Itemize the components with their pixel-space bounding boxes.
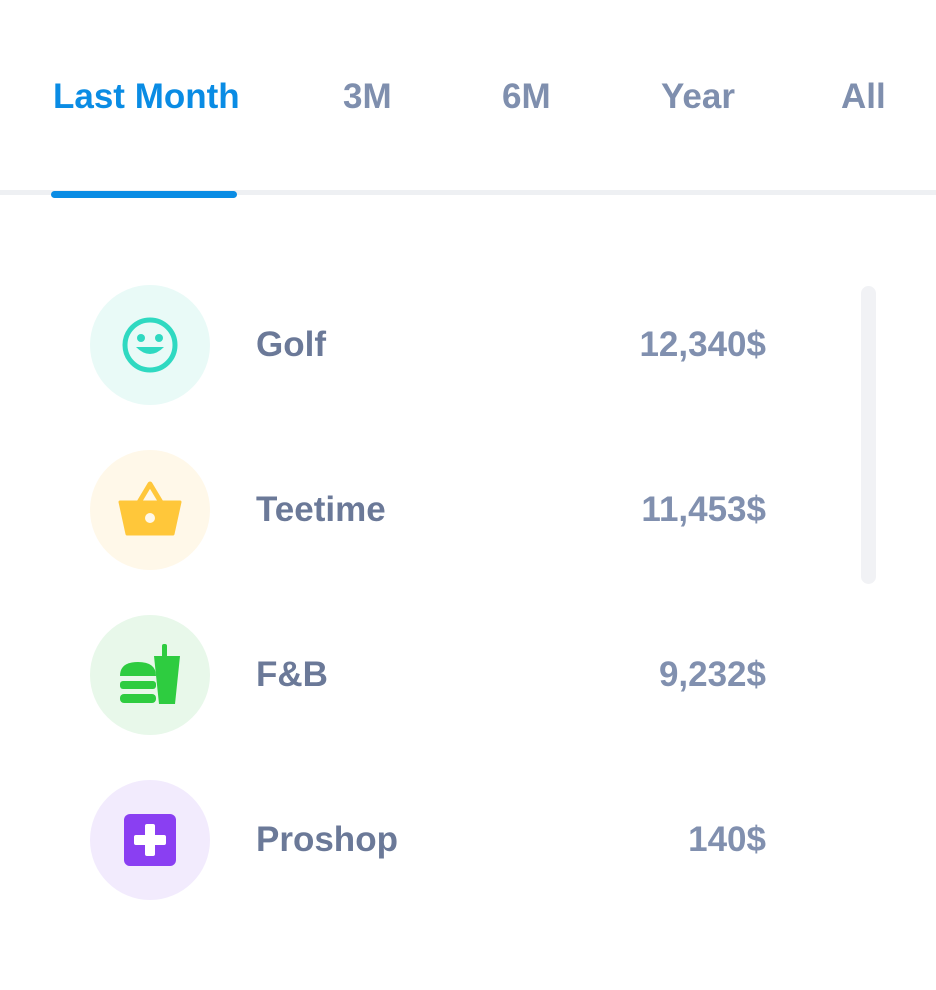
tab-3m[interactable]: 3M [343, 72, 392, 122]
item-label: Teetime [256, 490, 386, 529]
fnb-icon-badge [90, 615, 210, 735]
list-item-teetime[interactable]: Teetime 11,453$ [0, 450, 800, 570]
item-label: Golf [256, 325, 326, 364]
golf-icon-badge [90, 285, 210, 405]
list-item-golf[interactable]: Golf 12,340$ [0, 285, 800, 405]
item-value: 11,453$ [641, 490, 766, 529]
tab-last-month[interactable]: Last Month [53, 72, 240, 122]
smiley-face-icon [122, 317, 178, 373]
revenue-summary-panel: Last Month 3M 6M Year All Golf 12,340$ T… [0, 0, 936, 990]
list-item-proshop[interactable]: Proshop 140$ [0, 780, 800, 900]
burger-drink-icon [120, 644, 180, 704]
teetime-icon-badge [90, 450, 210, 570]
medical-cross-icon [124, 814, 176, 866]
item-value: 140$ [688, 820, 766, 859]
item-label: Proshop [256, 820, 398, 859]
list-scrollbar[interactable] [861, 286, 876, 584]
item-label: F&B [256, 655, 328, 694]
tab-all[interactable]: All [841, 72, 886, 122]
shopping-basket-icon [118, 481, 182, 536]
period-tabs: Last Month 3M 6M Year All [0, 0, 936, 198]
tab-6m[interactable]: 6M [502, 72, 551, 122]
category-list: Golf 12,340$ Teetime 11,453$ F&B 9,232$ … [0, 270, 936, 950]
list-item-fnb[interactable]: F&B 9,232$ [0, 615, 800, 735]
active-tab-indicator [51, 191, 237, 198]
proshop-icon-badge [90, 780, 210, 900]
item-value: 9,232$ [658, 655, 766, 694]
tab-year[interactable]: Year [661, 72, 735, 122]
item-value: 12,340$ [639, 325, 766, 364]
